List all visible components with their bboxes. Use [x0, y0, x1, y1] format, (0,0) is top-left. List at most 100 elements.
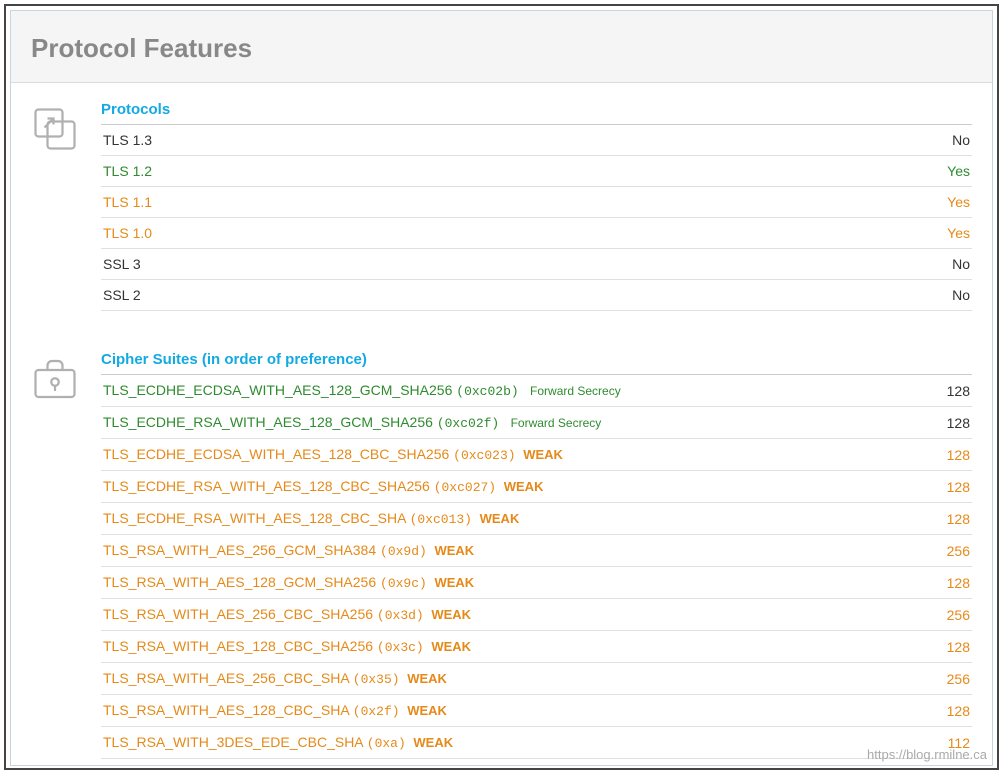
cipher-row: TLS_RSA_WITH_AES_128_GCM_SHA256 (0x9c) W… — [101, 567, 972, 599]
weak-badge: WEAK — [404, 671, 447, 686]
protocol-row: SSL 3No — [101, 249, 972, 280]
cipher-strength: 128 — [912, 407, 972, 439]
cipher-code: (0xc013) — [410, 512, 472, 527]
cipher-code: (0xc023) — [453, 448, 515, 463]
cipher-name-cell: TLS_RSA_WITH_AES_128_CBC_SHA256 (0x3c) W… — [101, 631, 912, 663]
protocol-name: SSL 2 — [101, 280, 912, 311]
weak-badge: WEAK — [520, 447, 563, 462]
protocol-value: Yes — [912, 218, 972, 249]
weak-badge: WEAK — [431, 543, 474, 558]
cipher-code: (0xa) — [367, 736, 406, 751]
cipher-strength: 128 — [912, 695, 972, 727]
header: Protocol Features — [11, 11, 992, 83]
cipher-strength: 256 — [912, 535, 972, 567]
protocol-value: No — [912, 280, 972, 311]
cipher-row: TLS_ECDHE_ECDSA_WITH_AES_128_GCM_SHA256 … — [101, 375, 972, 407]
cipher-code: (0x2f) — [353, 704, 400, 719]
cipher-row: TLS_ECDHE_ECDSA_WITH_AES_128_CBC_SHA256 … — [101, 439, 972, 471]
cipher-strength: 128 — [912, 439, 972, 471]
weak-badge: WEAK — [431, 575, 474, 590]
cipher-name: TLS_RSA_WITH_AES_128_GCM_SHA256 — [103, 574, 380, 590]
cipher-name: TLS_RSA_WITH_AES_128_CBC_SHA — [103, 702, 353, 718]
protocol-value: Yes — [912, 156, 972, 187]
watermark: https://blog.rmilne.ca — [867, 747, 987, 762]
protocols-title: Protocols — [101, 101, 972, 125]
cipher-code: (0xc027) — [434, 480, 496, 495]
cipher-row: TLS_RSA_WITH_AES_128_CBC_SHA256 (0x3c) W… — [101, 631, 972, 663]
cipher-name-cell: TLS_ECDHE_RSA_WITH_AES_128_GCM_SHA256 (0… — [101, 407, 912, 439]
protocol-value: Yes — [912, 187, 972, 218]
weak-badge: WEAK — [476, 511, 519, 526]
protocol-name: TLS 1.0 — [101, 218, 912, 249]
cipher-name-cell: TLS_RSA_WITH_3DES_EDE_CBC_SHA (0xa) WEAK — [101, 727, 912, 759]
protocol-value: No — [912, 249, 972, 280]
cipher-row: TLS_RSA_WITH_AES_256_GCM_SHA384 (0x9d) W… — [101, 535, 972, 567]
page-frame: Protocol Features Protocols TLS 1.3NoTLS… — [4, 4, 999, 770]
cipher-name-cell: TLS_RSA_WITH_AES_256_CBC_SHA (0x35) WEAK — [101, 663, 912, 695]
cipher-strength: 128 — [912, 375, 972, 407]
cipher-code: (0x9c) — [380, 576, 427, 591]
cipher-strength: 128 — [912, 471, 972, 503]
ciphers-table: TLS_ECDHE_ECDSA_WITH_AES_128_GCM_SHA256 … — [101, 375, 972, 759]
briefcase-lock-icon — [31, 351, 101, 766]
protocol-name: TLS 1.3 — [101, 125, 912, 156]
cipher-name: TLS_ECDHE_RSA_WITH_AES_128_CBC_SHA — [103, 510, 410, 526]
cipher-name-cell: TLS_ECDHE_ECDSA_WITH_AES_128_CBC_SHA256 … — [101, 439, 912, 471]
page-panel: Protocol Features Protocols TLS 1.3NoTLS… — [10, 10, 993, 766]
ciphers-title: Cipher Suites (in order of preference) — [101, 351, 972, 375]
weak-badge: WEAK — [428, 607, 471, 622]
cipher-row: TLS_ECDHE_RSA_WITH_AES_128_CBC_SHA256 (0… — [101, 471, 972, 503]
weak-badge: WEAK — [428, 639, 471, 654]
cipher-name-cell: TLS_RSA_WITH_AES_128_GCM_SHA256 (0x9c) W… — [101, 567, 912, 599]
cipher-strength: 256 — [912, 663, 972, 695]
protocol-row: TLS 1.1Yes — [101, 187, 972, 218]
cipher-row: TLS_RSA_WITH_3DES_EDE_CBC_SHA (0xa) WEAK… — [101, 727, 972, 759]
cipher-name-cell: TLS_RSA_WITH_AES_256_GCM_SHA384 (0x9d) W… — [101, 535, 912, 567]
protocol-row: SSL 2No — [101, 280, 972, 311]
forward-secrecy-badge: Forward Secrecy — [527, 384, 621, 398]
cipher-strength: 128 — [912, 631, 972, 663]
body: Protocols TLS 1.3NoTLS 1.2YesTLS 1.1YesT… — [11, 83, 992, 766]
cipher-name: TLS_RSA_WITH_3DES_EDE_CBC_SHA — [103, 734, 367, 750]
forward-secrecy-badge: Forward Secrecy — [507, 416, 601, 430]
protocol-row: TLS 1.3No — [101, 125, 972, 156]
cipher-name-cell: TLS_ECDHE_RSA_WITH_AES_128_CBC_SHA (0xc0… — [101, 503, 912, 535]
weak-badge: WEAK — [404, 703, 447, 718]
cipher-name: TLS_ECDHE_RSA_WITH_AES_128_GCM_SHA256 — [103, 414, 437, 430]
cipher-code: (0x3c) — [377, 640, 424, 655]
cipher-row: TLS_ECDHE_RSA_WITH_AES_128_CBC_SHA (0xc0… — [101, 503, 972, 535]
cipher-row: TLS_RSA_WITH_AES_128_CBC_SHA (0x2f) WEAK… — [101, 695, 972, 727]
cipher-code: (0x35) — [353, 672, 400, 687]
ciphers-section: Cipher Suites (in order of preference) T… — [11, 339, 992, 766]
protocols-section: Protocols TLS 1.3NoTLS 1.2YesTLS 1.1YesT… — [11, 89, 992, 311]
weak-badge: WEAK — [500, 479, 543, 494]
cipher-strength: 128 — [912, 567, 972, 599]
cipher-code: (0x3d) — [377, 608, 424, 623]
ciphers-footnote: (1) When a browser supports SSL 2, its S… — [101, 759, 972, 766]
cipher-name-cell: TLS_RSA_WITH_AES_256_CBC_SHA256 (0x3d) W… — [101, 599, 912, 631]
weak-badge: WEAK — [410, 735, 453, 750]
protocol-row: TLS 1.0Yes — [101, 218, 972, 249]
cipher-name-cell: TLS_ECDHE_RSA_WITH_AES_128_CBC_SHA256 (0… — [101, 471, 912, 503]
cipher-code: (0xc02f) — [437, 416, 499, 431]
cipher-name: TLS_RSA_WITH_AES_256_CBC_SHA — [103, 670, 353, 686]
cipher-name: TLS_ECDHE_ECDSA_WITH_AES_128_GCM_SHA256 — [103, 382, 456, 398]
cipher-name: TLS_RSA_WITH_AES_256_GCM_SHA384 — [103, 542, 380, 558]
protocol-row: TLS 1.2Yes — [101, 156, 972, 187]
cipher-row: TLS_RSA_WITH_AES_256_CBC_SHA256 (0x3d) W… — [101, 599, 972, 631]
cipher-code: (0xc02b) — [456, 384, 518, 399]
cipher-code: (0x9d) — [380, 544, 427, 559]
protocols-table: TLS 1.3NoTLS 1.2YesTLS 1.1YesTLS 1.0YesS… — [101, 125, 972, 311]
protocol-value: No — [912, 125, 972, 156]
protocol-name: SSL 3 — [101, 249, 912, 280]
cipher-name: TLS_RSA_WITH_AES_128_CBC_SHA256 — [103, 638, 377, 654]
protocol-name: TLS 1.2 — [101, 156, 912, 187]
expand-icon — [31, 101, 101, 311]
cipher-name: TLS_ECDHE_RSA_WITH_AES_128_CBC_SHA256 — [103, 478, 434, 494]
cipher-strength: 256 — [912, 599, 972, 631]
cipher-strength: 128 — [912, 503, 972, 535]
page-title: Protocol Features — [31, 33, 972, 64]
cipher-name-cell: TLS_RSA_WITH_AES_128_CBC_SHA (0x2f) WEAK — [101, 695, 912, 727]
cipher-row: TLS_RSA_WITH_AES_256_CBC_SHA (0x35) WEAK… — [101, 663, 972, 695]
cipher-name-cell: TLS_ECDHE_ECDSA_WITH_AES_128_GCM_SHA256 … — [101, 375, 912, 407]
